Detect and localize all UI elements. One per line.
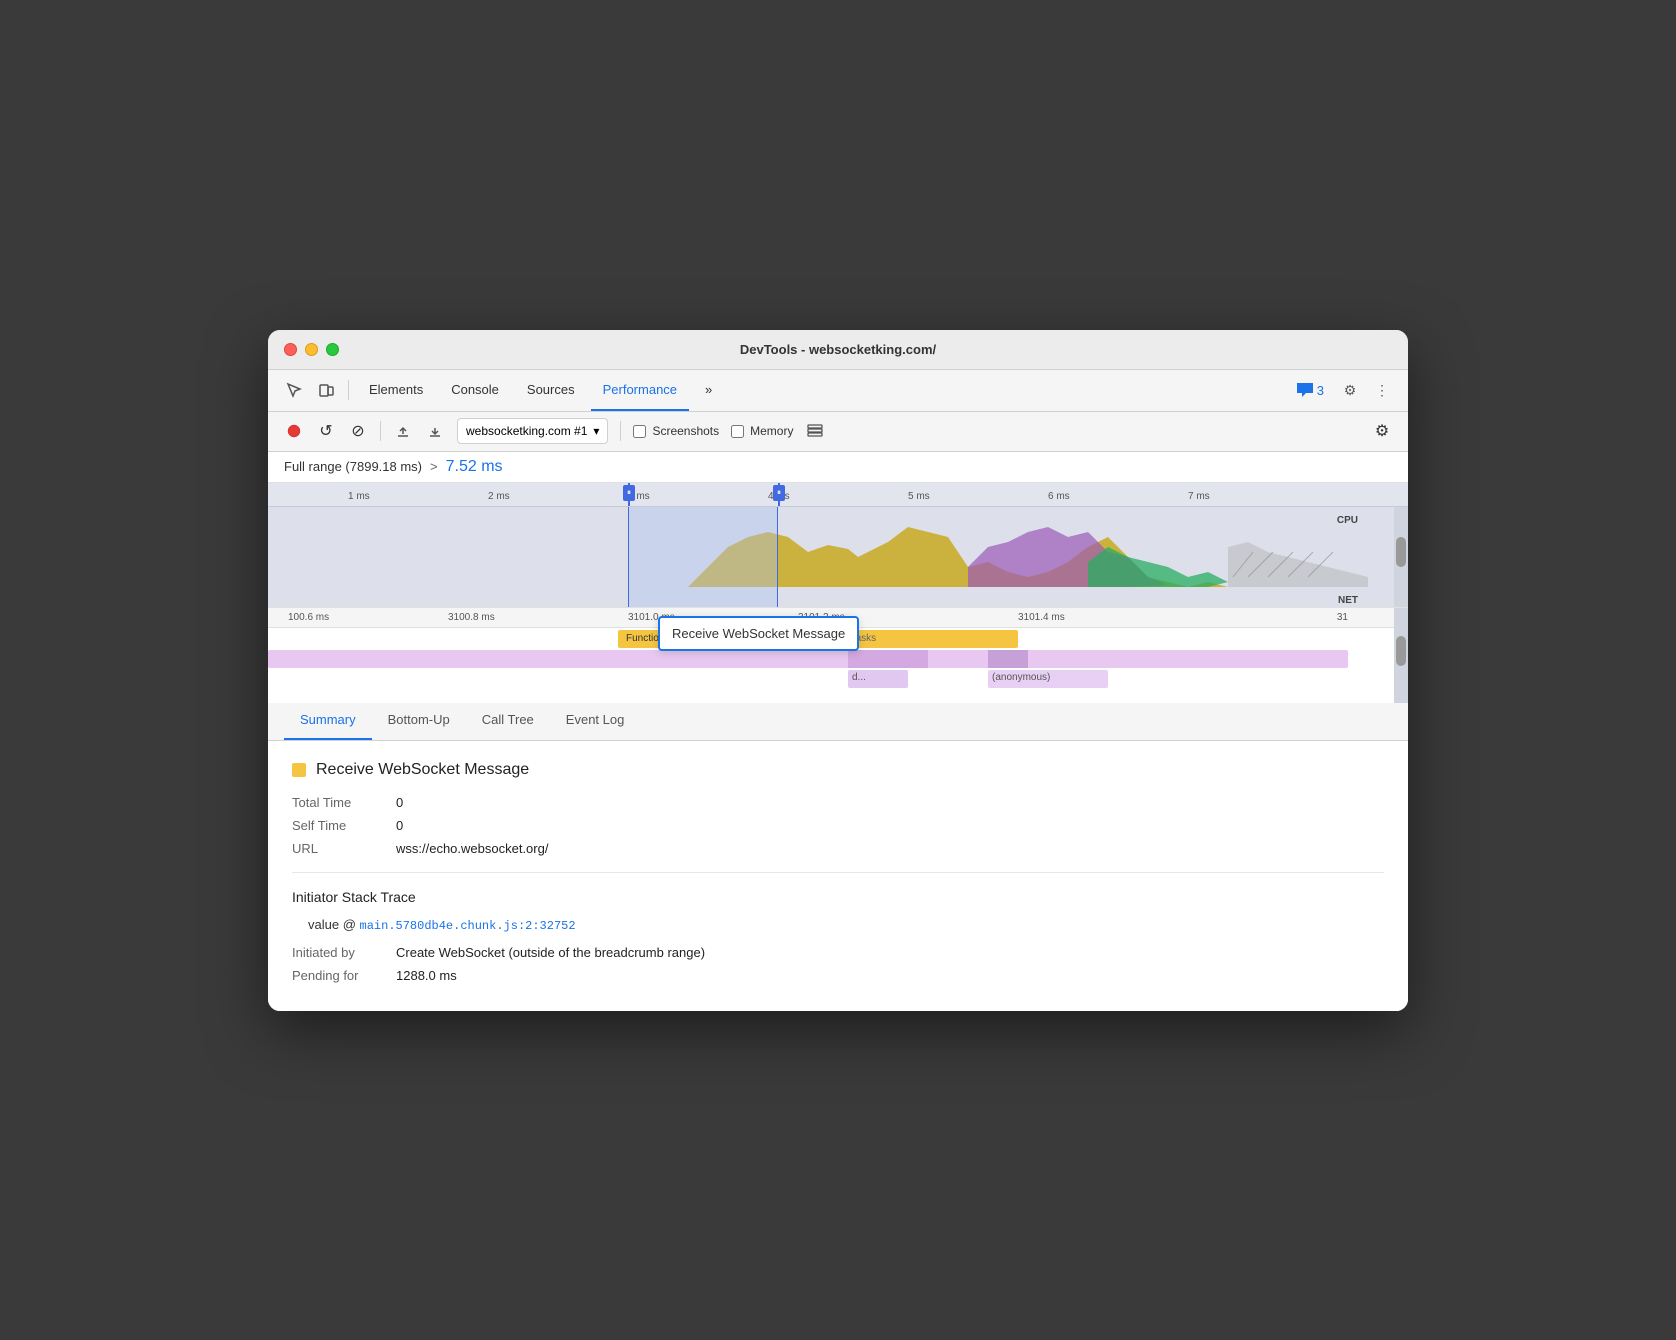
total-time-label: Total Time <box>292 795 372 810</box>
url-row: URL wss://echo.websocket.org/ <box>292 841 1384 856</box>
bottom-tabs: Summary Bottom-Up Call Tree Event Log <box>268 703 1408 741</box>
traffic-lights <box>284 343 339 356</box>
websocket-tooltip: Receive WebSocket Message <box>658 616 859 651</box>
clear-button[interactable]: ⊘ <box>344 417 372 445</box>
more-icon[interactable]: ⋮ <box>1368 376 1396 404</box>
selected-range: 7.52 ms <box>446 458 503 476</box>
devtools-panel: Elements Console Sources Performance » 3 <box>268 370 1408 1011</box>
self-time-value: 0 <box>396 818 403 833</box>
pending-row: Pending for 1288.0 ms <box>292 968 1384 983</box>
d-label-bar[interactable]: d... <box>848 670 908 688</box>
time-label-2: 3100.8 ms <box>448 612 495 623</box>
summary-event-title: Receive WebSocket Message <box>292 761 1384 779</box>
toolbar-divider-2 <box>620 421 621 441</box>
selection-left-handle[interactable]: ⏸ <box>628 483 630 506</box>
screenshots-checkbox[interactable] <box>633 425 646 438</box>
tab-call-tree[interactable]: Call Tree <box>466 702 550 740</box>
self-time-label: Self Time <box>292 818 372 833</box>
tick-7ms: 7 ms <box>1188 491 1210 502</box>
close-button[interactable] <box>284 343 297 356</box>
upload-button[interactable] <box>389 417 417 445</box>
timeline-scrollbar-thumb[interactable] <box>1396 537 1406 567</box>
nav-divider-1 <box>348 380 349 400</box>
source-selector[interactable]: websocketking.com #1 ▾ <box>457 418 608 444</box>
settings-icon[interactable]: ⚙ <box>1336 376 1364 404</box>
net-label: NET <box>1338 595 1358 606</box>
record-button[interactable] <box>280 417 308 445</box>
titlebar: DevTools - websocketking.com/ <box>268 330 1408 370</box>
summary-panel: Receive WebSocket Message Total Time 0 S… <box>268 741 1408 1011</box>
url-label: URL <box>292 841 372 856</box>
feedback-badge[interactable]: 3 <box>1289 383 1332 398</box>
memory-checkbox-label[interactable]: Memory <box>731 424 793 438</box>
minimize-button[interactable] <box>305 343 318 356</box>
flame-scrollbar-thumb[interactable] <box>1396 636 1406 666</box>
download-button[interactable] <box>421 417 449 445</box>
tick-6ms: 6 ms <box>1048 491 1070 502</box>
pending-value: 1288.0 ms <box>396 968 457 983</box>
stack-trace-line: value @ main.5780db4e.chunk.js:2:32752 <box>292 917 1384 933</box>
initiated-by-row: Initiated by Create WebSocket (outside o… <box>292 945 1384 960</box>
tab-more[interactable]: » <box>693 369 724 411</box>
pending-label: Pending for <box>292 968 372 983</box>
range-arrow: > <box>430 459 438 474</box>
full-range-text: Full range (7899.18 ms) <box>284 459 422 474</box>
tab-console[interactable]: Console <box>439 369 511 411</box>
self-time-row: Self Time 0 <box>292 818 1384 833</box>
tab-performance[interactable]: Performance <box>591 369 689 411</box>
flame-scrollbar-track[interactable] <box>1394 608 1408 703</box>
chevron-down-icon: ▾ <box>593 424 599 438</box>
total-time-row: Total Time 0 <box>292 795 1384 810</box>
time-label-6: 31 <box>1337 612 1348 623</box>
anonymous-bar[interactable]: (anonymous) <box>988 670 1108 688</box>
element-picker-icon[interactable] <box>280 376 308 404</box>
tab-sources[interactable]: Sources <box>515 369 587 411</box>
range-bar: Full range (7899.18 ms) > 7.52 ms <box>268 452 1408 483</box>
event-color-indicator <box>292 763 306 777</box>
window-title: DevTools - websocketking.com/ <box>740 342 936 357</box>
maximize-button[interactable] <box>326 343 339 356</box>
url-value: wss://echo.websocket.org/ <box>396 841 548 856</box>
selection-overlay <box>628 507 778 607</box>
time-label-5: 3101.4 ms <box>1018 612 1065 623</box>
toolbar-divider-1 <box>380 421 381 441</box>
timeline-wrapper: 1 ms 2 ms 3 ms 4 ms 5 ms 6 ms 7 ms ⏸ ⏸ <box>268 483 1408 703</box>
timeline-ruler: 1 ms 2 ms 3 ms 4 ms 5 ms 6 ms 7 ms ⏸ ⏸ <box>268 483 1408 507</box>
stack-link[interactable]: main.5780db4e.chunk.js:2:32752 <box>360 919 576 933</box>
tab-summary[interactable]: Summary <box>284 702 372 740</box>
initiated-label: Initiated by <box>292 945 372 960</box>
clear-cache-button[interactable] <box>801 417 829 445</box>
tick-2ms: 2 ms <box>488 491 510 502</box>
timeline-scrollbar-track[interactable] <box>1394 507 1408 607</box>
selection-right-handle[interactable]: ⏸ <box>778 483 780 506</box>
total-time-value: 0 <box>396 795 403 810</box>
tab-event-log[interactable]: Event Log <box>550 702 641 740</box>
cpu-chart-area: CPU NET <box>268 507 1408 607</box>
summary-divider <box>292 872 1384 873</box>
perf-settings-button[interactable]: ⚙ <box>1368 417 1396 445</box>
initiated-value: Create WebSocket (outside of the breadcr… <box>396 945 705 960</box>
toolbar: ↺ ⊘ websocketking.com #1 ▾ <box>268 412 1408 452</box>
tick-5ms: 5 ms <box>908 491 930 502</box>
nav-bar: Elements Console Sources Performance » 3 <box>268 370 1408 412</box>
cpu-chart-svg <box>268 507 1368 607</box>
memory-checkbox[interactable] <box>731 425 744 438</box>
tick-1ms: 1 ms <box>348 491 370 502</box>
device-toggle-icon[interactable] <box>312 376 340 404</box>
initiator-title: Initiator Stack Trace <box>292 889 1384 905</box>
screenshots-checkbox-label[interactable]: Screenshots <box>633 424 719 438</box>
cpu-label: CPU <box>1337 515 1358 526</box>
refresh-button[interactable]: ↺ <box>312 417 340 445</box>
time-label-1: 100.6 ms <box>288 612 329 623</box>
tab-bottom-up[interactable]: Bottom-Up <box>372 702 466 740</box>
tab-elements[interactable]: Elements <box>357 369 435 411</box>
devtools-window: DevTools - websocketking.com/ Elements C… <box>268 330 1408 1011</box>
flame-row-2[interactable] <box>268 650 1348 668</box>
flame-chart-area: 100.6 ms 3100.8 ms 3101.0 ms 3101.2 ms 3… <box>268 607 1408 703</box>
